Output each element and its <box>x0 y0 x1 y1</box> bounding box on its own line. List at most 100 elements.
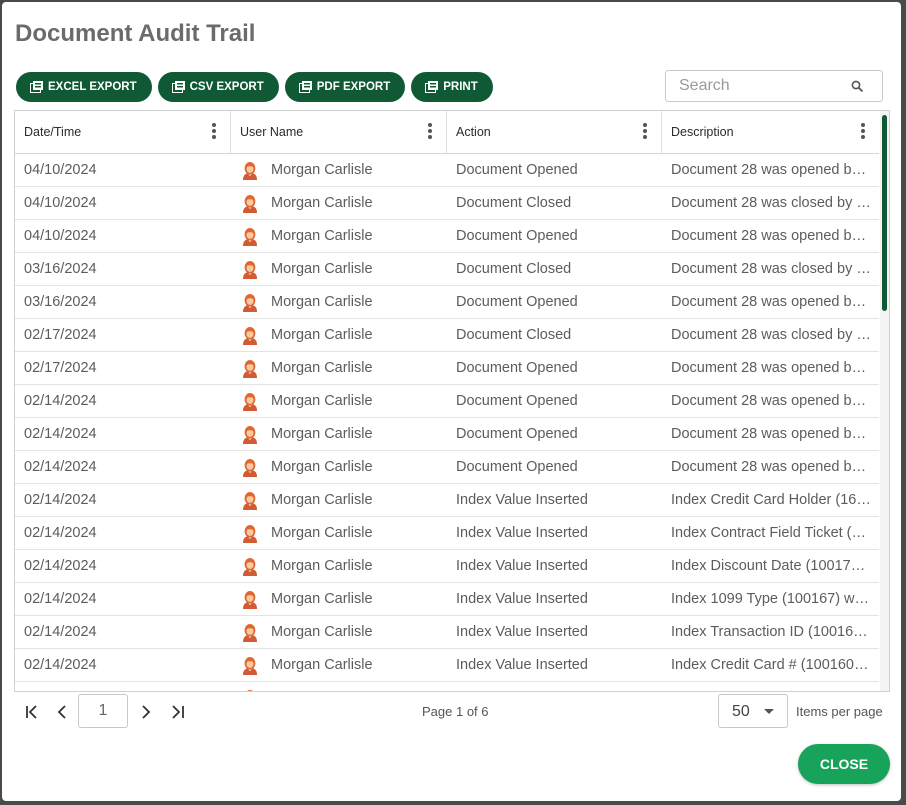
table-row[interactable]: 02/17/2024 Morgan Carlisle Document Clos… <box>15 319 879 352</box>
cell-username: Morgan Carlisle <box>231 286 447 318</box>
cell-datetime: 02/14/2024 <box>24 426 97 442</box>
user-avatar-icon <box>243 426 257 444</box>
table-row[interactable]: 02/14/2024 Morgan Carlisle Index Value I… <box>15 484 879 517</box>
kebab-menu-icon[interactable] <box>428 123 432 139</box>
cell-action: Document Opened <box>456 228 578 244</box>
page-number-input[interactable] <box>78 694 128 728</box>
search-icon[interactable] <box>851 80 864 93</box>
dialog-title: Document Audit Trail <box>15 20 256 47</box>
cell-action: Document Opened <box>456 393 578 409</box>
table-row[interactable]: 02/14/2024 Morgan Carlisle Index Value I… <box>15 583 879 616</box>
column-header-action[interactable]: Action <box>447 111 662 153</box>
cell-username: Morgan Carlisle <box>231 154 447 186</box>
cell-description: Index Transaction ID (100161… <box>671 624 876 640</box>
vertical-scrollbar[interactable] <box>880 111 889 691</box>
user-name: Morgan Carlisle <box>271 195 373 211</box>
pager: Page 1 of 6 50 Items per page <box>14 692 890 732</box>
cell-datetime: 04/10/2024 <box>24 162 97 178</box>
table-row[interactable]: 04/10/2024 Morgan Carlisle Document Open… <box>15 220 879 253</box>
cell-action: Document Closed <box>456 195 572 211</box>
cell-description: Document 28 was closed by … <box>671 195 871 211</box>
pdf-export-label: PDF EXPORT <box>316 81 391 93</box>
user-name: Morgan Carlisle <box>271 426 373 442</box>
kebab-menu-icon[interactable] <box>643 123 647 139</box>
caret-down-icon <box>764 709 774 714</box>
kebab-menu-icon[interactable] <box>212 123 216 139</box>
user-avatar-icon <box>243 162 257 180</box>
last-page-icon[interactable] <box>168 702 188 722</box>
cell-description: Index Credit Card # (100160) … <box>671 657 878 673</box>
user-name: Morgan Carlisle <box>271 228 373 244</box>
user-name: Morgan Carlisle <box>271 459 373 475</box>
table-row[interactable]: 04/10/2024 Morgan Carlisle Document Clos… <box>15 187 879 220</box>
user-name: Morgan Carlisle <box>271 393 373 409</box>
cell-action: Index Value Inserted <box>456 558 588 574</box>
cell-description: Index Transaction Date (100… <box>662 682 879 691</box>
table-row[interactable]: 04/10/2024 Morgan Carlisle Document Open… <box>15 154 879 187</box>
table-row[interactable]: 02/14/2024 Morgan Carlisle Index Value I… <box>15 517 879 550</box>
table-row[interactable]: 02/17/2024 Morgan Carlisle Document Open… <box>15 352 879 385</box>
user-avatar-icon <box>243 558 257 576</box>
user-avatar-icon <box>243 327 257 345</box>
table-row[interactable]: 02/14/2024 Morgan Carlisle Document Open… <box>15 418 879 451</box>
cell-action: Index Value Inserted <box>447 682 662 691</box>
user-avatar-icon <box>243 525 257 543</box>
cell-description: Document 28 was opened by … <box>671 360 878 376</box>
export-toolbar: EXCEL EXPORT CSV EXPORT PDF EXPORT PRINT <box>16 72 493 102</box>
cell-action: Document Closed <box>456 327 572 343</box>
table-row[interactable]: 03/16/2024 Morgan Carlisle Document Clos… <box>15 253 879 286</box>
grid-body: 04/10/2024 Morgan Carlisle Document Open… <box>15 154 879 691</box>
cell-username: Morgan Carlisle <box>231 682 447 691</box>
excel-export-button[interactable]: EXCEL EXPORT <box>16 72 152 102</box>
first-page-icon[interactable] <box>22 702 42 722</box>
page-size-value: 50 <box>732 703 750 720</box>
search-input[interactable] <box>666 71 872 101</box>
cell-username: Morgan Carlisle <box>231 451 447 483</box>
cell-action: Index Value Inserted <box>456 591 588 607</box>
page-size-select[interactable]: 50 <box>718 694 788 728</box>
cell-username: Morgan Carlisle <box>231 550 447 582</box>
grid-header: Date/Time User Name Action Description <box>15 111 879 154</box>
prev-page-icon[interactable] <box>52 702 72 722</box>
column-header-label: Date/Time <box>24 125 82 139</box>
column-header-description[interactable]: Description <box>662 111 879 153</box>
cell-datetime: 02/14/2024 <box>24 393 97 409</box>
cell-action: Document Closed <box>456 261 572 277</box>
table-row[interactable]: 02/14/2024 Morgan Carlisle Index Value I… <box>15 682 879 691</box>
scrollbar-thumb[interactable] <box>882 115 887 311</box>
cell-username: Morgan Carlisle <box>231 253 447 285</box>
cell-username: Morgan Carlisle <box>231 187 447 219</box>
cell-username: Morgan Carlisle <box>231 484 447 516</box>
table-row[interactable]: 02/14/2024 Morgan Carlisle Document Open… <box>15 385 879 418</box>
user-avatar-icon <box>243 393 257 411</box>
excel-export-label: EXCEL EXPORT <box>48 81 137 93</box>
user-name: Morgan Carlisle <box>271 525 373 541</box>
table-row[interactable]: 02/14/2024 Morgan Carlisle Index Value I… <box>15 616 879 649</box>
csv-export-button[interactable]: CSV EXPORT <box>157 72 279 102</box>
user-name: Morgan Carlisle <box>271 558 373 574</box>
cell-action: Document Opened <box>456 162 578 178</box>
print-icon <box>425 81 439 93</box>
print-button[interactable]: PRINT <box>411 72 493 102</box>
cell-description: Document 28 was opened by … <box>671 228 878 244</box>
user-avatar-icon <box>243 492 257 510</box>
close-button[interactable]: CLOSE <box>798 744 890 784</box>
table-row[interactable]: 02/14/2024 Morgan Carlisle Index Value I… <box>15 649 879 682</box>
cell-username: Morgan Carlisle <box>231 385 447 417</box>
kebab-menu-icon[interactable] <box>861 123 865 139</box>
user-name: Morgan Carlisle <box>271 657 373 673</box>
cell-username: Morgan Carlisle <box>231 319 447 351</box>
cell-datetime: 04/10/2024 <box>24 195 97 211</box>
cell-username: Morgan Carlisle <box>231 649 447 681</box>
items-per-page-label: Items per page <box>796 704 883 719</box>
user-avatar-icon <box>243 657 257 675</box>
user-name: Morgan Carlisle <box>271 682 373 691</box>
pdf-export-button[interactable]: PDF EXPORT <box>284 72 406 102</box>
table-row[interactable]: 03/16/2024 Morgan Carlisle Document Open… <box>15 286 879 319</box>
table-row[interactable]: 02/14/2024 Morgan Carlisle Document Open… <box>15 451 879 484</box>
user-name: Morgan Carlisle <box>271 360 373 376</box>
column-header-datetime[interactable]: Date/Time <box>15 111 231 153</box>
next-page-icon[interactable] <box>136 702 156 722</box>
column-header-username[interactable]: User Name <box>231 111 447 153</box>
table-row[interactable]: 02/14/2024 Morgan Carlisle Index Value I… <box>15 550 879 583</box>
